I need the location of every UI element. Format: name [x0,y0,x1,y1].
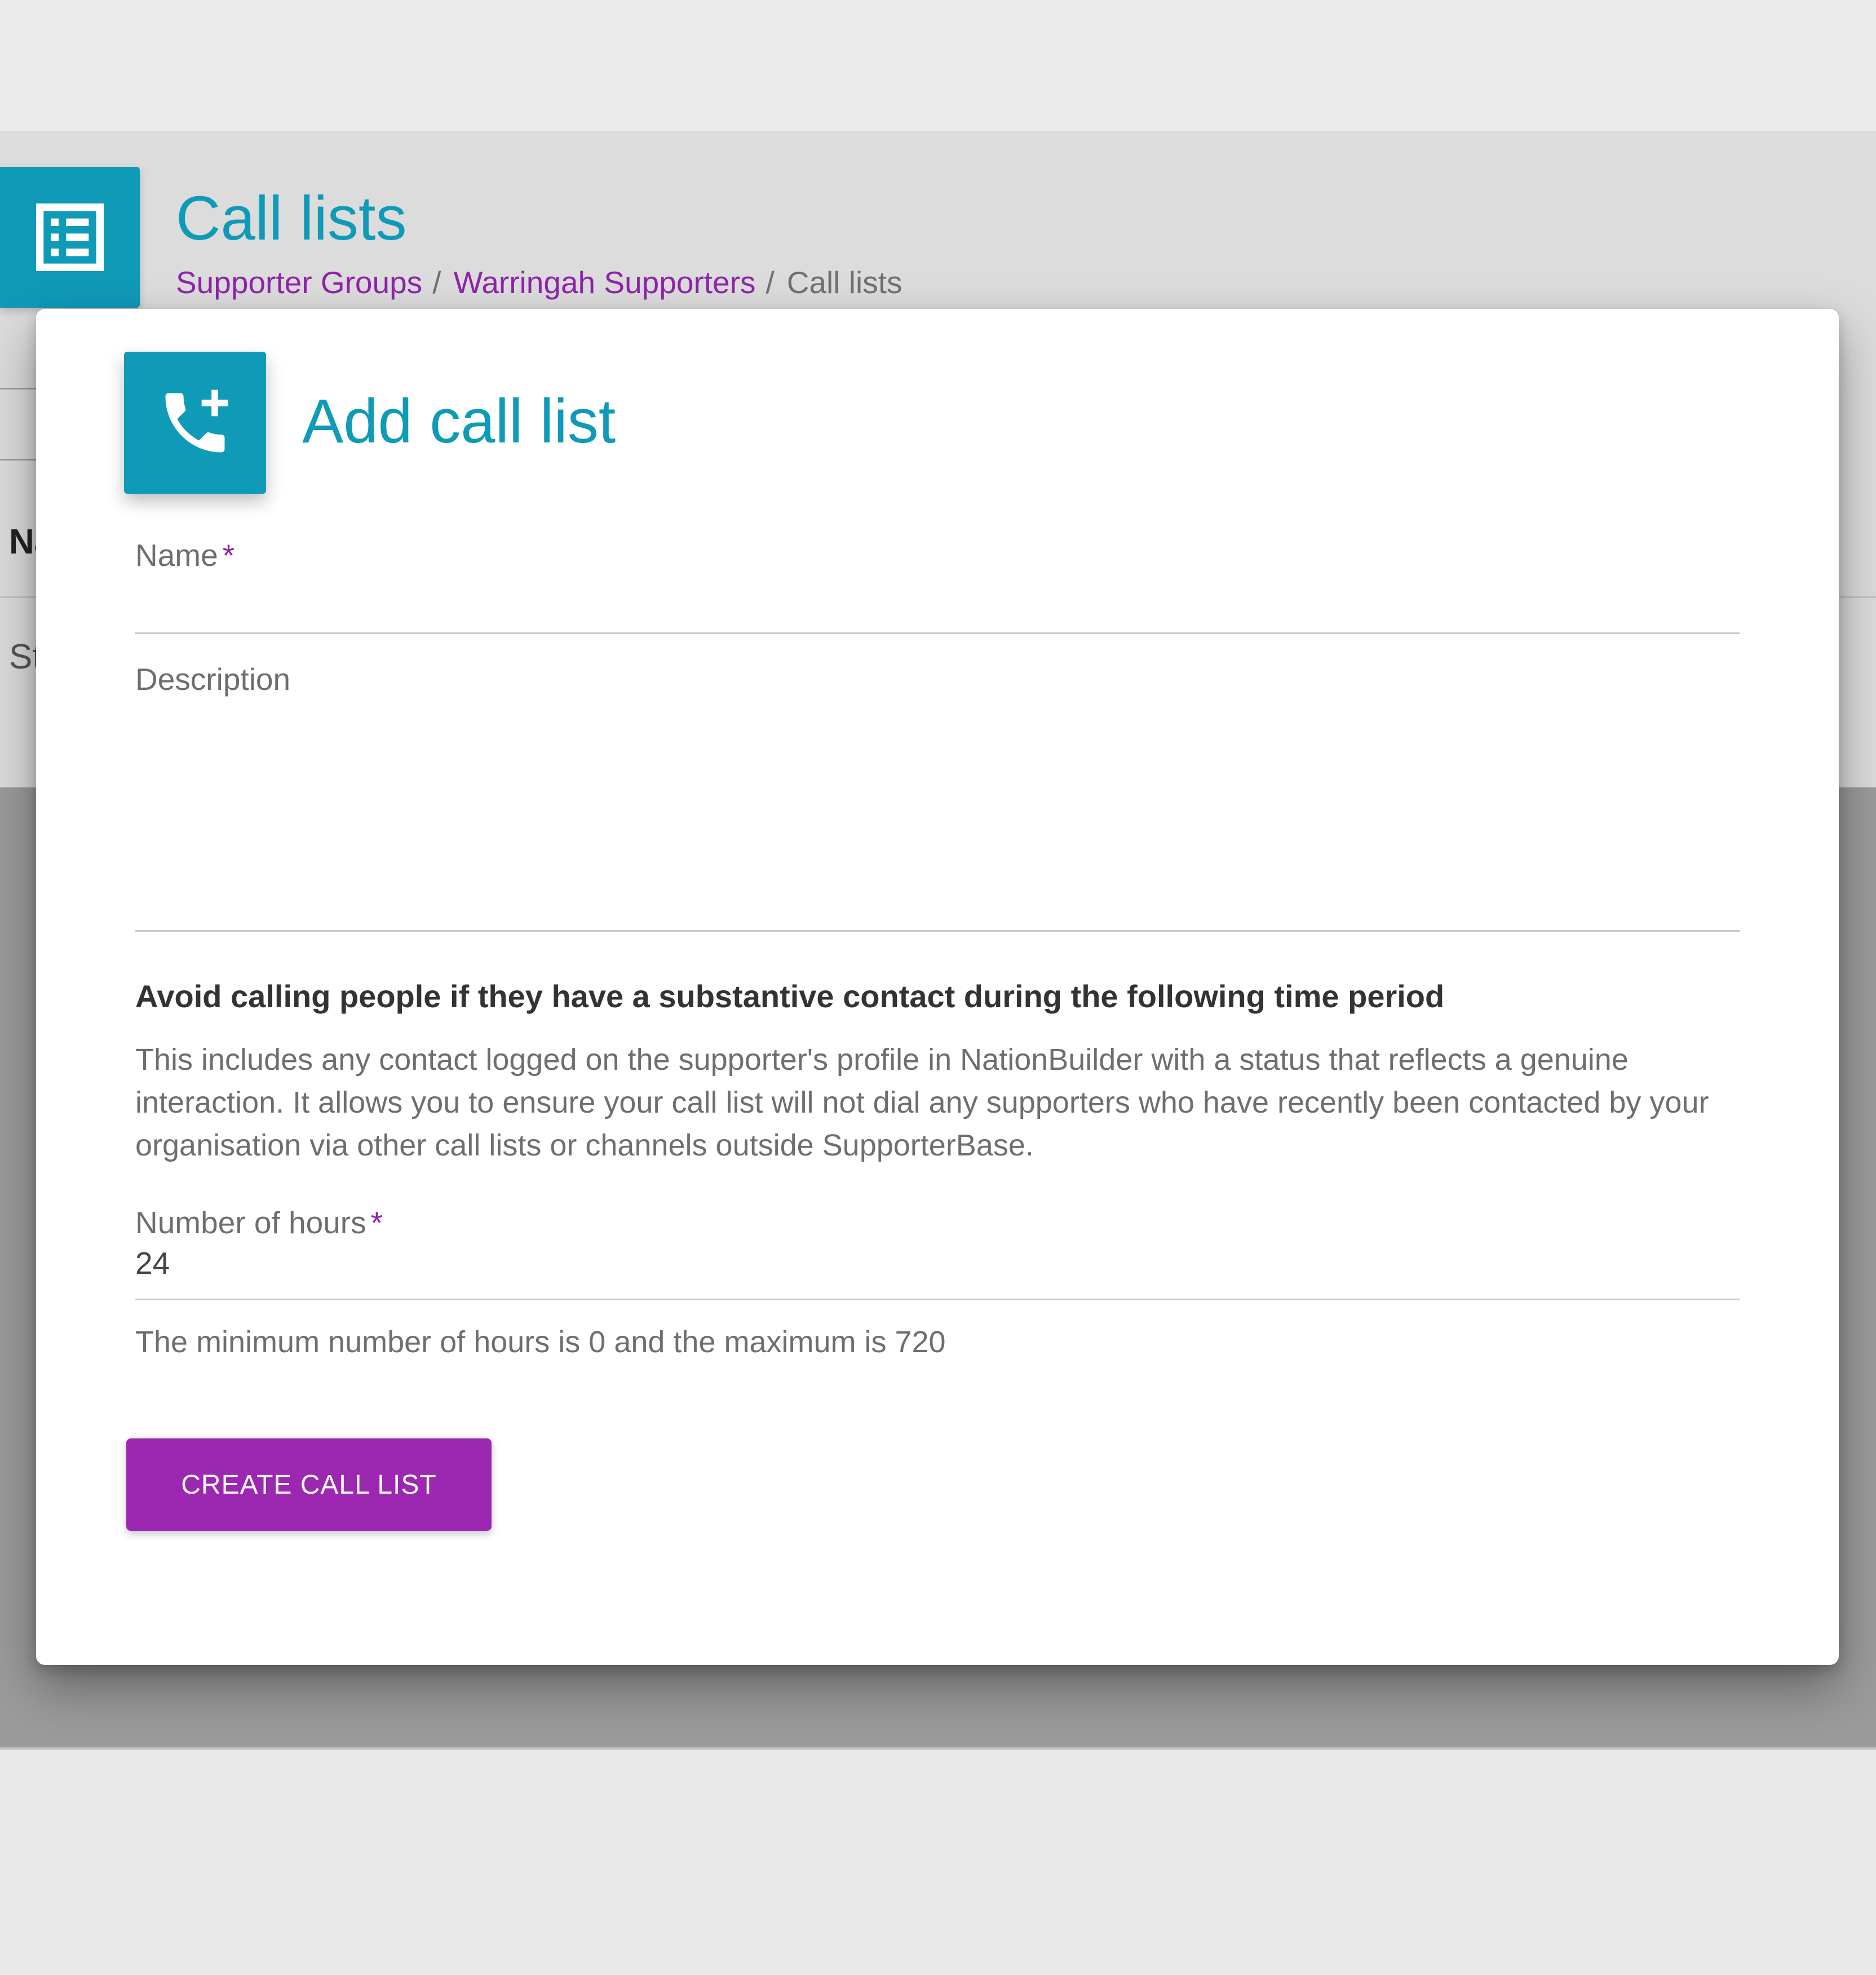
breadcrumb-warringah-supporters[interactable]: Warringah Supporters [453,265,755,300]
hours-hint: The minimum number of hours is 0 and the… [135,1325,946,1359]
breadcrumb-separator: / [432,265,441,300]
top-band [0,0,1876,131]
bottom-background [0,1750,1876,1975]
create-call-list-button[interactable]: CREATE CALL LIST [126,1438,492,1531]
hours-input[interactable] [135,1299,1740,1300]
breadcrumb-separator: / [766,265,775,300]
list-icon [0,167,140,308]
name-field-label-row: Name * [135,538,235,573]
required-marker: * [222,538,235,573]
hours-input-value[interactable]: 24 [135,1243,170,1283]
description-field-label: Description [135,662,291,697]
avoid-calling-description: This includes any contact logged on the … [135,1043,1709,1162]
breadcrumb-supporter-groups[interactable]: Supporter Groups [176,265,422,300]
tab-divider [0,388,36,389]
page-title: Call lists [176,184,407,253]
breadcrumb: Supporter Groups / Warringah Supporters / Ca… [176,263,902,302]
avoid-calling-heading: Avoid calling people if they have a subs… [135,978,1445,1014]
hours-field-label: Number of hours * [135,1205,383,1240]
required-marker: * [370,1205,383,1240]
tab-divider [0,459,36,460]
dialog-title: Add call list [302,387,616,456]
name-input[interactable] [135,632,1740,634]
description-textarea[interactable] [135,930,1740,932]
add-call-icon [124,352,266,494]
breadcrumb-current: Call lists [786,265,902,300]
